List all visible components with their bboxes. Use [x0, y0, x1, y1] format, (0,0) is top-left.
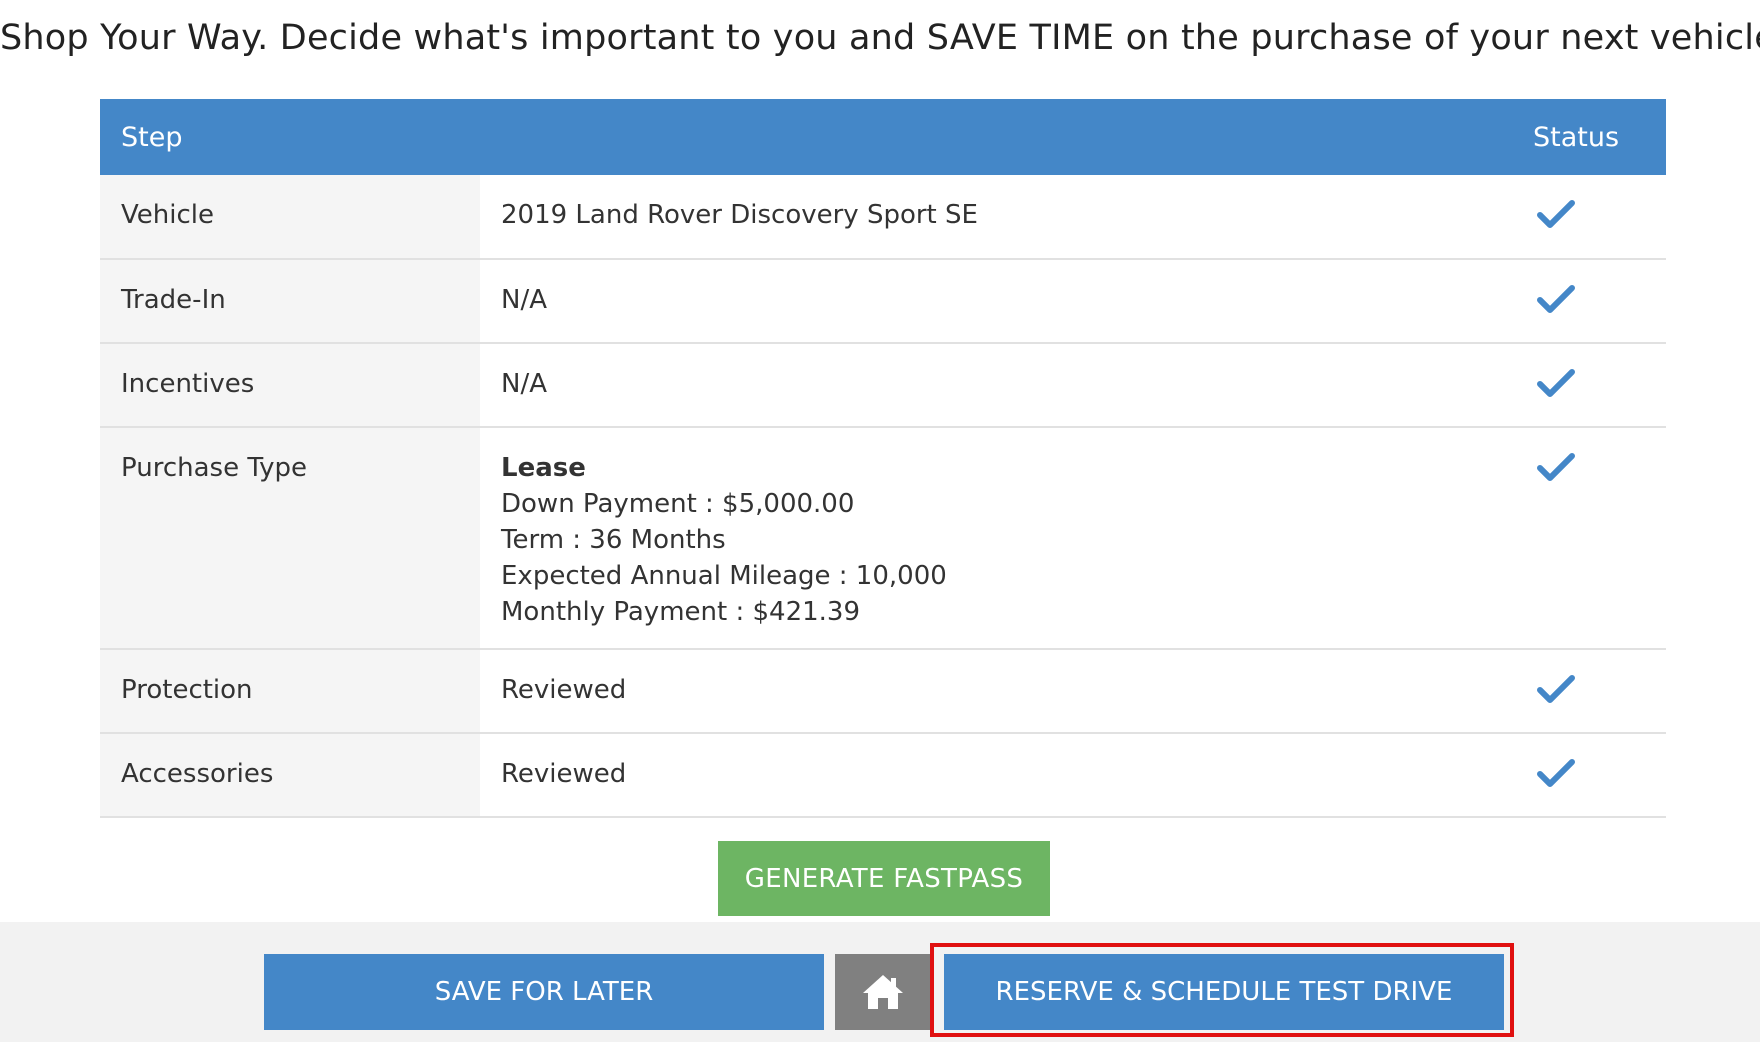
check-icon	[1537, 675, 1575, 703]
save-for-later-button[interactable]: SAVE FOR LATER	[264, 954, 824, 1030]
home-button[interactable]	[835, 954, 931, 1030]
home-icon	[863, 975, 903, 1009]
step-label: Purchase Type	[100, 427, 480, 650]
step-label: Vehicle	[100, 175, 480, 260]
table-row-vehicle: Vehicle 2019 Land Rover Discovery Sport …	[100, 175, 1666, 260]
table-row-accessories: Accessories Reviewed	[100, 733, 1666, 818]
step-value: Reviewed	[480, 733, 1486, 818]
table-row-protection: Protection Reviewed	[100, 649, 1666, 734]
step-value: N/A	[480, 259, 1486, 344]
purchase-type-value: Lease	[501, 453, 586, 483]
step-value: 2019 Land Rover Discovery Sport SE	[480, 175, 1486, 260]
table-header-row: Step Status	[100, 99, 1666, 175]
check-icon	[1537, 285, 1575, 313]
check-icon	[1537, 453, 1575, 481]
step-value: N/A	[480, 343, 1486, 428]
check-icon	[1537, 759, 1575, 787]
status-column-header: Status	[1486, 99, 1666, 175]
generate-fastpass-button[interactable]: GENERATE FASTPASS	[718, 841, 1050, 916]
table-row-trade-in: Trade-In N/A	[100, 259, 1666, 344]
step-column-header: Step	[100, 99, 1486, 175]
page-headline: Shop Your Way. Decide what's important t…	[0, 18, 1760, 58]
page: Shop Your Way. Decide what's important t…	[0, 0, 1760, 1042]
monthly-payment: Monthly Payment : $421.39	[501, 597, 860, 627]
step-label: Trade-In	[100, 259, 480, 344]
step-label: Incentives	[100, 343, 480, 428]
term: Term : 36 Months	[501, 525, 726, 555]
purchase-summary-table: Step Status Vehicle 2019 Land Rover Disc…	[100, 99, 1666, 818]
check-icon	[1537, 369, 1575, 397]
step-label: Accessories	[100, 733, 480, 818]
reserve-schedule-test-drive-button[interactable]: RESERVE & SCHEDULE TEST DRIVE	[944, 954, 1504, 1030]
table-row-incentives: Incentives N/A	[100, 343, 1666, 428]
table-row-purchase-type: Purchase Type Lease Down Payment : $5,00…	[100, 427, 1666, 650]
check-icon	[1537, 200, 1575, 228]
down-payment: Down Payment : $5,000.00	[501, 489, 855, 519]
expected-annual-mileage: Expected Annual Mileage : 10,000	[501, 561, 947, 591]
step-value: Reviewed	[480, 649, 1486, 734]
step-label: Protection	[100, 649, 480, 734]
purchase-type-details: Lease Down Payment : $5,000.00 Term : 36…	[480, 427, 1486, 650]
